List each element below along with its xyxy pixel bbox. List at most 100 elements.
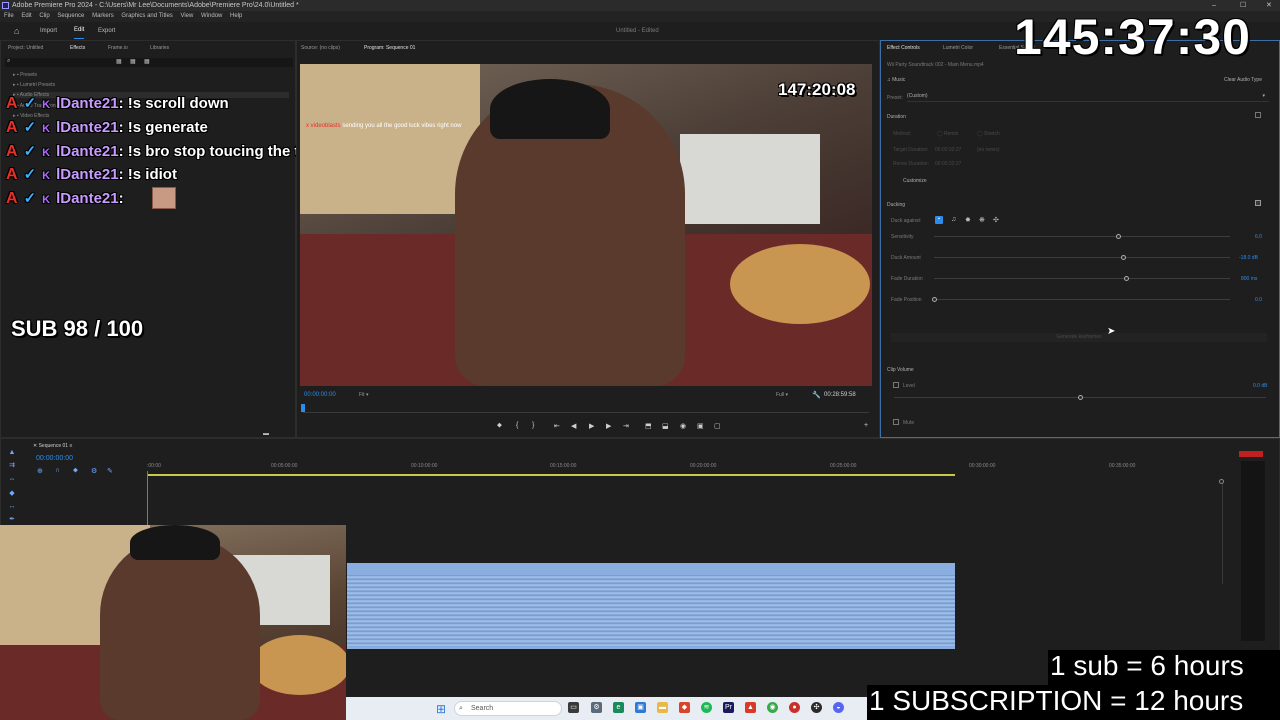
obs-icon[interactable]: ●	[789, 702, 800, 713]
quality-select[interactable]: Full ▾	[776, 392, 788, 398]
ripple-edit-tool-icon[interactable]: ⇔	[8, 476, 16, 484]
razor-tool-icon[interactable]: ◆	[8, 490, 16, 498]
menu-sequence[interactable]: Sequence	[57, 13, 84, 19]
slider-track[interactable]	[934, 236, 1230, 237]
store-icon[interactable]: ▣	[635, 702, 646, 713]
windows-start-icon[interactable]: ⊞	[436, 702, 446, 716]
go-to-out-icon[interactable]: ⇥	[623, 422, 629, 430]
ducking-section[interactable]: Ducking	[887, 202, 905, 208]
target-duration-value[interactable]: 00:03:32:27	[935, 147, 961, 153]
tab-source[interactable]: Source: (no clips)	[301, 45, 340, 51]
comparison-view-icon[interactable]: ▣	[697, 422, 704, 430]
proxy-toggle-icon[interactable]: ▢	[714, 422, 721, 430]
capcut-icon[interactable]: ✣	[811, 702, 822, 713]
lift-icon[interactable]: ⬒	[645, 422, 652, 430]
accelerated-effects-icon[interactable]: ▦	[130, 58, 136, 65]
slider-thumb[interactable]	[932, 297, 937, 302]
level-slider-thumb[interactable]	[1078, 395, 1083, 400]
track-select-tool-icon[interactable]: ⇉	[8, 462, 16, 470]
step-forward-icon[interactable]: ▶	[606, 422, 611, 430]
settings-app-icon[interactable]: ⚙	[591, 702, 602, 713]
slider-thumb[interactable]	[1115, 234, 1121, 239]
ambience-icon[interactable]: ❋	[979, 216, 985, 224]
edge-icon[interactable]: e	[613, 702, 624, 713]
method-remix-option[interactable]: ◯ Remix	[937, 131, 958, 137]
tab-libraries[interactable]: Libraries	[150, 45, 169, 51]
linked-selection-icon[interactable]: ∩	[55, 467, 60, 474]
fade-duration-value[interactable]: 800 ms	[1241, 276, 1257, 282]
duration-checkbox[interactable]	[1255, 112, 1261, 118]
duck-amount-value[interactable]: -18.0 dB	[1239, 255, 1258, 261]
spotify-icon[interactable]: ≋	[701, 702, 712, 713]
export-frame-icon[interactable]: ◉	[680, 422, 686, 430]
generate-keyframes-button[interactable]: Generate keyframes	[891, 333, 1267, 342]
tab-project[interactable]: Project: Untitled	[8, 45, 43, 51]
menu-help[interactable]: Help	[230, 13, 242, 19]
method-stretch-option[interactable]: ◯ Stretch	[977, 131, 1000, 137]
step-back-icon[interactable]: ◀	[571, 422, 576, 430]
tab-program[interactable]: Program: Sequence 01	[364, 45, 415, 51]
tab-sequence[interactable]: ✕ Sequence 01 ≡	[33, 443, 72, 449]
duration-section[interactable]: Duration	[887, 114, 906, 120]
menu-view[interactable]: View	[180, 13, 193, 19]
chrome-icon[interactable]: ◉	[767, 702, 778, 713]
unassigned-icon[interactable]: ✣	[993, 216, 999, 224]
sensitivity-value[interactable]: 6.0	[1255, 234, 1262, 240]
playhead-timecode[interactable]: 00:00:00:00	[304, 392, 336, 398]
level-value[interactable]: 0.0 dB	[1253, 383, 1267, 389]
file-explorer-icon[interactable]: ▬	[657, 702, 668, 713]
slip-tool-icon[interactable]: ↔	[8, 503, 16, 511]
tab-lumetri-color[interactable]: Lumetri Color	[943, 45, 973, 51]
yuv-effects-icon[interactable]: ▦	[144, 58, 150, 65]
tab-edit[interactable]: Edit	[74, 22, 85, 39]
go-to-in-icon[interactable]: ⇤	[554, 422, 560, 430]
customize-button[interactable]: Customize	[903, 178, 927, 184]
brave-icon[interactable]: ◆	[679, 702, 690, 713]
clear-audio-type-button[interactable]: Clear Audio Type	[1224, 77, 1262, 83]
wrench-icon[interactable]: 🔧	[812, 391, 821, 399]
menu-clip[interactable]: Clip	[39, 13, 49, 19]
taskbar-search-input[interactable]: ⌕ Search	[454, 701, 562, 716]
tab-export[interactable]: Export	[98, 22, 115, 40]
fit-select[interactable]: Fit ▾	[359, 392, 368, 398]
menu-edit[interactable]: Edit	[21, 13, 31, 19]
preset-select[interactable]: (Custom) ▾	[907, 93, 1269, 102]
menu-markers[interactable]: Markers	[92, 13, 114, 19]
level-checkbox[interactable]	[893, 382, 899, 388]
timeline-settings-icon[interactable]: ⚙	[91, 467, 97, 475]
pen-tool-icon[interactable]: ✒	[8, 516, 16, 524]
dialogue-icon[interactable]: ▪	[935, 216, 943, 224]
play-icon[interactable]: ▶	[589, 422, 594, 430]
shield-app-icon[interactable]: ▲	[745, 702, 756, 713]
close-button[interactable]: ✕	[1266, 0, 1272, 11]
slider-track[interactable]	[934, 299, 1230, 300]
tab-effects[interactable]: Effects	[70, 45, 85, 51]
tab-import[interactable]: Import	[40, 22, 57, 40]
ducking-checkbox[interactable]	[1255, 200, 1261, 206]
menu-file[interactable]: File	[4, 13, 14, 19]
task-view-icon[interactable]: ▭	[568, 702, 579, 713]
captions-icon[interactable]: ✎	[107, 467, 113, 475]
tab-effect-controls[interactable]: Effect Controls	[887, 45, 920, 51]
slider-track[interactable]	[934, 278, 1230, 279]
slider-track[interactable]	[934, 257, 1230, 258]
tree-item[interactable]: ▸ ▪ Lumetri Presets	[13, 82, 55, 88]
extract-icon[interactable]: ⬓	[662, 422, 669, 430]
timeline-timecode[interactable]: 00:00:00:00	[36, 455, 73, 462]
add-button-icon[interactable]: +	[864, 422, 868, 429]
tree-item[interactable]: ▸ ▪ Presets	[13, 72, 37, 78]
menu-graphics[interactable]: Graphics and Titles	[121, 13, 172, 19]
premiere-taskbar-icon[interactable]: Pr	[723, 702, 734, 713]
monitor-scrubber[interactable]	[303, 412, 869, 413]
selection-tool-icon[interactable]: ▲	[8, 449, 16, 457]
add-marker-icon[interactable]: ⬥	[497, 422, 502, 430]
mute-checkbox[interactable]	[893, 419, 899, 425]
music-icon[interactable]: ♫	[951, 216, 956, 223]
tab-frameio[interactable]: Frame.io	[108, 45, 128, 51]
add-marker-timeline-icon[interactable]: ⬥	[73, 467, 78, 475]
new-bin-icon[interactable]: ▦	[116, 58, 122, 65]
audio-clip[interactable]	[347, 563, 955, 649]
fade-position-value[interactable]: 0.0	[1255, 297, 1262, 303]
mark-out-icon[interactable]: }	[532, 422, 534, 429]
menu-window[interactable]: Window	[201, 13, 222, 19]
